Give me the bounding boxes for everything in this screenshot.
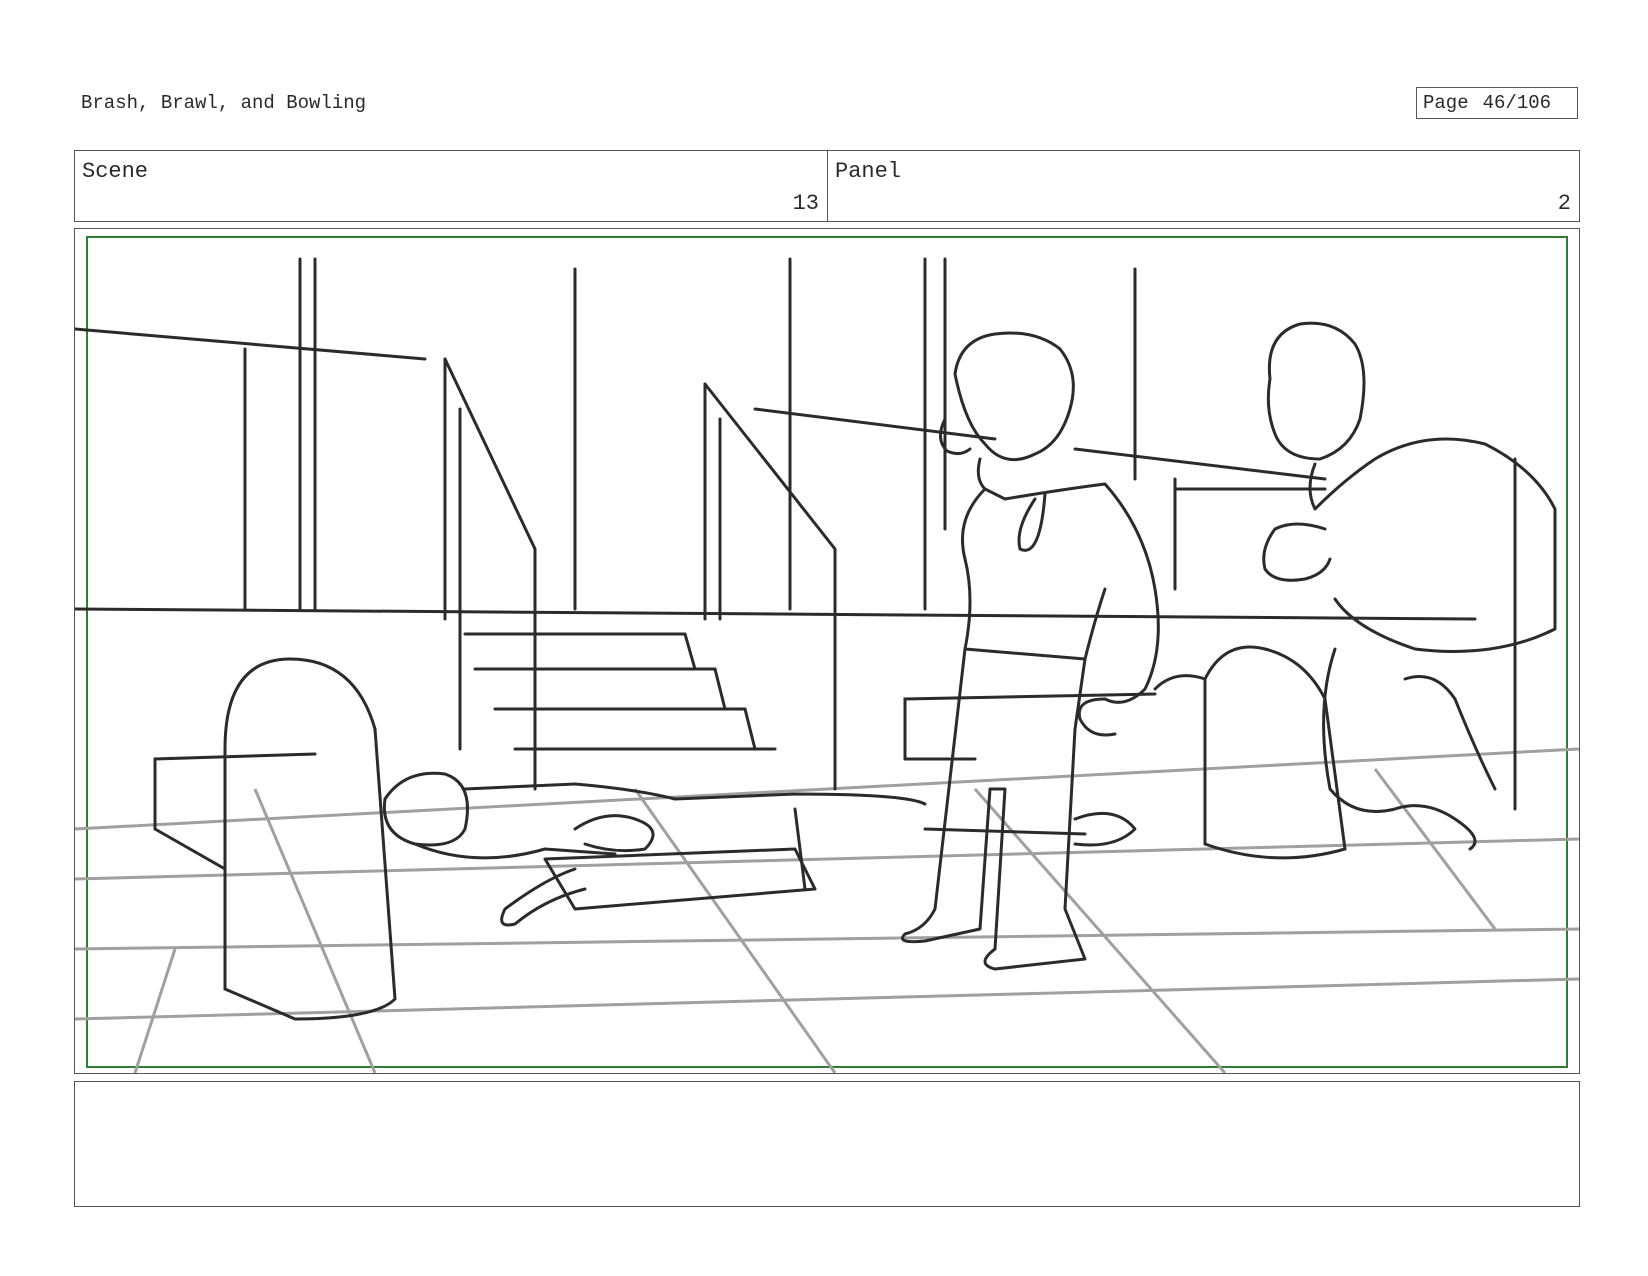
scene-cell: Scene 13 bbox=[75, 151, 828, 221]
storyboard-sketch bbox=[75, 236, 1579, 1073]
background-structure bbox=[75, 257, 1477, 1021]
panel-label: Panel bbox=[835, 159, 902, 184]
page-indicator: Page 46/106 bbox=[1416, 87, 1578, 119]
standing-character bbox=[901, 331, 1160, 971]
page-number: 46/106 bbox=[1482, 92, 1552, 114]
safe-area-border bbox=[86, 236, 1568, 1068]
scene-label: Scene bbox=[82, 159, 149, 184]
scene-panel-header: Scene 13 Panel 2 bbox=[74, 150, 1580, 222]
page-label: Page bbox=[1423, 92, 1469, 114]
scene-number: 13 bbox=[792, 191, 819, 216]
storyboard-panel-frame bbox=[74, 228, 1580, 1074]
panel-number: 2 bbox=[1557, 191, 1571, 216]
panel-cell: Panel 2 bbox=[828, 151, 1579, 221]
fallen-character bbox=[382, 771, 1137, 927]
notes-box bbox=[74, 1081, 1580, 1207]
floor-grid bbox=[75, 747, 1579, 1073]
crouching-character bbox=[1262, 321, 1557, 851]
storyboard-title: Brash, Brawl, and Bowling bbox=[81, 92, 367, 114]
